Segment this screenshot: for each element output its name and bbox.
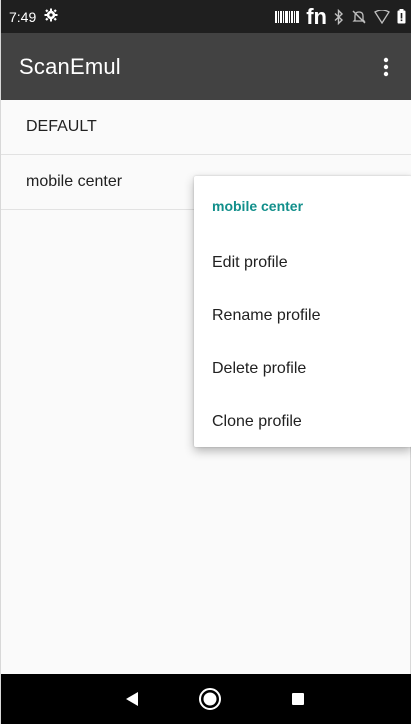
status-left: 7:49 — [9, 8, 58, 25]
barcode-icon — [275, 10, 300, 23]
nav-bar — [1, 674, 411, 724]
wifi-icon — [374, 9, 390, 24]
menu-item-clone-profile[interactable]: Clone profile — [194, 395, 411, 448]
app-title: ScanEmul — [19, 53, 121, 79]
home-icon[interactable] — [180, 674, 240, 724]
app-bar: ScanEmul — [1, 33, 411, 100]
menu-item-edit-profile[interactable]: Edit profile — [194, 236, 411, 289]
fn-icon: fn — [306, 3, 327, 29]
screen: 7:49 fn ScanEmul DEFAULT mobile center m… — [0, 0, 411, 724]
menu-item-delete-profile[interactable]: Delete profile — [194, 342, 411, 395]
gear-icon — [44, 8, 58, 25]
notifications-off-icon — [351, 9, 367, 25]
context-menu-title: mobile center — [212, 198, 304, 214]
back-icon[interactable] — [102, 674, 162, 724]
bluetooth-icon — [334, 8, 344, 25]
status-icons: fn — [275, 3, 406, 29]
status-bar: 7:49 fn — [1, 0, 411, 33]
battery-icon — [397, 9, 406, 24]
list-item-default[interactable]: DEFAULT — [1, 100, 411, 155]
context-menu: mobile center Edit profile Rename profil… — [194, 176, 411, 447]
menu-item-rename-profile[interactable]: Rename profile — [194, 289, 411, 342]
recents-icon[interactable] — [268, 674, 328, 724]
more-vert-icon[interactable] — [374, 47, 398, 87]
list-item-label: DEFAULT — [26, 118, 97, 135]
list-item-label: mobile center — [26, 173, 123, 190]
status-time: 7:49 — [9, 8, 37, 25]
